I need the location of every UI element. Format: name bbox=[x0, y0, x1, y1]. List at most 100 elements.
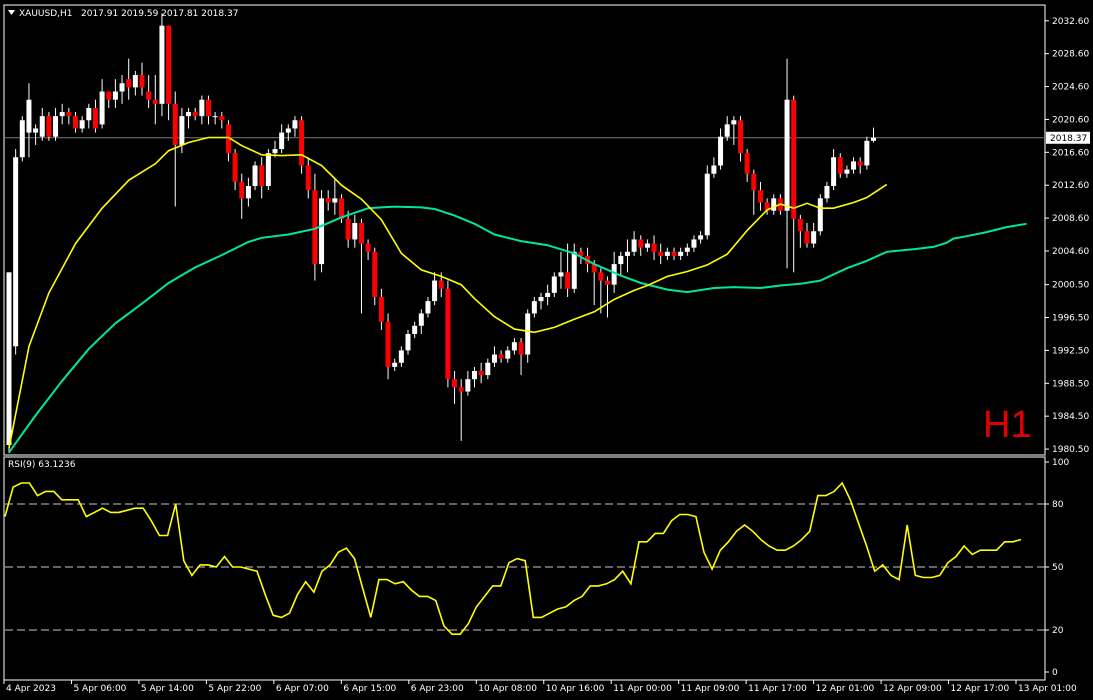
candle-body bbox=[824, 186, 830, 199]
candle-body bbox=[631, 239, 637, 252]
candle-body bbox=[159, 25, 165, 104]
price-tick-label: 2020.60 bbox=[1052, 115, 1089, 125]
candle-body bbox=[844, 169, 850, 174]
rsi-tick-label: 100 bbox=[1052, 458, 1069, 468]
candle-body bbox=[358, 223, 364, 244]
candle-body bbox=[252, 165, 258, 187]
candle-body bbox=[13, 157, 19, 347]
candle-body bbox=[99, 91, 105, 125]
candle-body bbox=[425, 301, 431, 314]
candle-body bbox=[618, 255, 624, 265]
time-tick-label: 5 Apr 22:00 bbox=[208, 684, 261, 694]
candle-body bbox=[172, 103, 178, 145]
candle-body bbox=[292, 120, 298, 129]
candle-body bbox=[73, 116, 78, 129]
candle-body bbox=[731, 120, 737, 125]
candle-body bbox=[79, 120, 85, 129]
candle-body bbox=[638, 239, 644, 248]
candle-body bbox=[126, 79, 132, 88]
candle-body bbox=[472, 370, 477, 380]
candle-body bbox=[678, 251, 684, 256]
candle-body bbox=[245, 186, 251, 199]
candle-body bbox=[445, 288, 451, 380]
time-tick-label: 12 Apr 09:00 bbox=[883, 684, 942, 694]
candle-body bbox=[192, 112, 198, 117]
rsi-indicator-label: RSI(9) 63.1236 bbox=[8, 460, 76, 470]
candle-body bbox=[325, 198, 331, 203]
candle-body bbox=[525, 313, 531, 355]
time-tick-label: 5 Apr 14:00 bbox=[141, 684, 194, 694]
candle-body bbox=[511, 342, 517, 351]
time-tick-label: 13 Apr 01:00 bbox=[1018, 684, 1077, 694]
candle-body bbox=[565, 272, 571, 289]
candle-body bbox=[139, 75, 145, 88]
candle-body bbox=[724, 124, 730, 137]
time-axis: 4 Apr 2023 5 Apr 06:00 5 Apr 14:00 5 Apr 22… bbox=[3, 680, 1077, 694]
candle-body bbox=[119, 83, 125, 92]
current-price-label: 2018.37 bbox=[1050, 134, 1087, 144]
candle-body bbox=[299, 120, 305, 166]
candle-body bbox=[864, 140, 870, 166]
time-tick-label: 12 Apr 17:00 bbox=[951, 684, 1010, 694]
candle-body bbox=[405, 333, 411, 351]
candle-body bbox=[531, 301, 537, 314]
candle-body bbox=[651, 243, 657, 252]
candle-body bbox=[6, 272, 12, 445]
candle-body bbox=[817, 198, 823, 232]
candle-body bbox=[744, 153, 750, 174]
candle-body bbox=[797, 218, 803, 232]
candle-body bbox=[365, 243, 371, 252]
candle-body bbox=[279, 132, 285, 150]
rsi-tick-label: 50 bbox=[1052, 563, 1064, 573]
candle-body bbox=[458, 387, 464, 392]
candle-body bbox=[857, 161, 863, 166]
candle-body bbox=[551, 276, 557, 293]
price-tick-label: 2000.50 bbox=[1052, 281, 1089, 291]
candle-body bbox=[605, 280, 610, 285]
candle-body bbox=[272, 149, 278, 154]
candle-body bbox=[871, 137, 876, 141]
candle-body bbox=[837, 157, 843, 174]
price-tick-label: 1988.50 bbox=[1052, 379, 1089, 389]
candle-body bbox=[112, 91, 118, 100]
time-tick-label: 4 Apr 2023 bbox=[6, 684, 56, 694]
candle-body bbox=[26, 99, 32, 133]
candle-body bbox=[791, 99, 797, 219]
candle-body bbox=[212, 116, 218, 118]
candle-body bbox=[179, 116, 185, 145]
candle-body bbox=[571, 251, 577, 289]
candle-body bbox=[53, 116, 59, 137]
time-tick-label: 10 Apr 08:00 bbox=[478, 684, 537, 694]
chart-window[interactable]: 1980.50 1984.50 1988.50 1992.50 1996.50 2000.… bbox=[0, 0, 1093, 700]
candle-body bbox=[412, 325, 418, 334]
time-tick-label: 11 Apr 00:00 bbox=[613, 684, 672, 694]
candle-body bbox=[86, 107, 92, 121]
price-tick-label: 1992.50 bbox=[1052, 346, 1089, 356]
price-axis: 1980.50 1984.50 1988.50 1992.50 1996.50 2000.… bbox=[1045, 17, 1089, 455]
candle-body bbox=[39, 116, 45, 137]
candle-body bbox=[784, 99, 790, 211]
candle-body bbox=[538, 296, 544, 302]
price-tick-label: 2004.60 bbox=[1052, 247, 1089, 257]
candle-body bbox=[644, 243, 650, 248]
candle-body bbox=[265, 153, 271, 187]
candle-body bbox=[711, 165, 717, 174]
candle-body bbox=[545, 292, 551, 297]
candle-body bbox=[718, 136, 724, 166]
price-tick-label: 2012.60 bbox=[1052, 181, 1089, 191]
candle-body bbox=[432, 280, 438, 302]
time-tick-label: 11 Apr 09:00 bbox=[681, 684, 740, 694]
candle-body bbox=[378, 296, 384, 322]
candle-body bbox=[498, 354, 504, 359]
candle-body bbox=[59, 112, 65, 117]
candle-body bbox=[19, 120, 25, 158]
candle-body bbox=[285, 128, 291, 133]
price-tick-label: 1996.50 bbox=[1052, 314, 1089, 324]
candle-body bbox=[398, 350, 404, 363]
candle-body bbox=[558, 272, 564, 277]
chart-canvas[interactable]: 1980.50 1984.50 1988.50 1992.50 1996.50 2000.… bbox=[0, 0, 1093, 700]
candle-body bbox=[219, 116, 225, 121]
candle-body bbox=[385, 321, 391, 367]
candle-body bbox=[738, 120, 743, 154]
candle-body bbox=[206, 99, 211, 117]
